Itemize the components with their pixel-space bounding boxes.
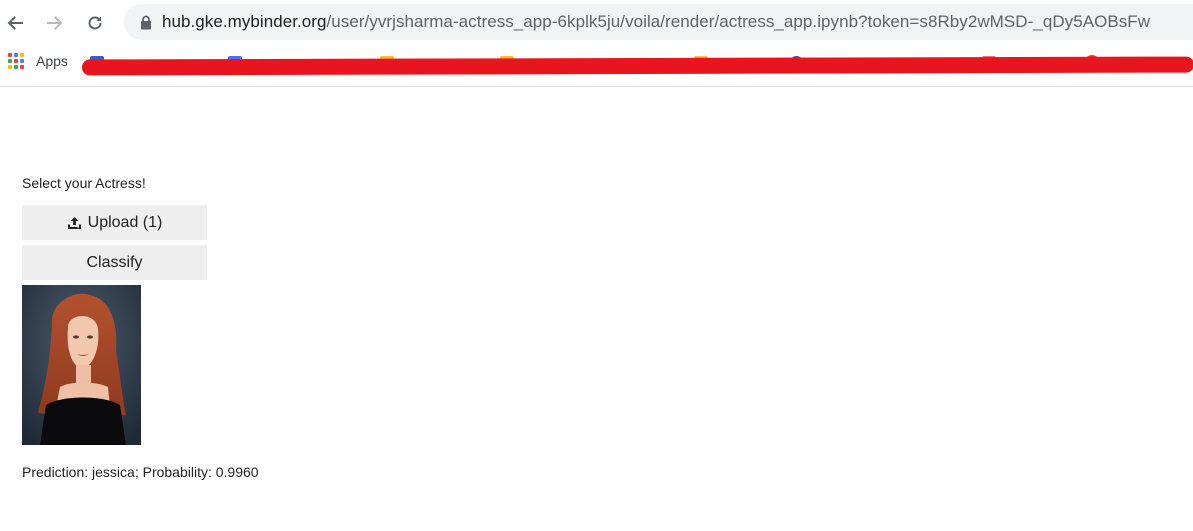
- forward-button[interactable]: [42, 10, 68, 36]
- url-host: hub.gke.mybinder.org: [162, 12, 327, 31]
- redaction-mark: [81, 56, 1193, 76]
- apps-grid-dot: [20, 59, 24, 63]
- select-prompt: Select your Actress!: [22, 175, 146, 191]
- classify-label: Classify: [86, 253, 143, 271]
- apps-grid-dot: [8, 53, 12, 57]
- apps-grid-icon: [8, 53, 24, 69]
- upload-button[interactable]: Upload (1): [22, 205, 207, 240]
- upload-icon: [67, 216, 82, 230]
- back-arrow-icon: [7, 16, 23, 30]
- apps-grid-dot: [8, 59, 12, 63]
- uploaded-actress-photo: [22, 285, 141, 445]
- prediction-output: Prediction: jessica; Probability: 0.9960: [22, 464, 259, 480]
- bookmarks-bar: Apps: [0, 48, 1193, 78]
- apps-grid-dot: [20, 65, 24, 69]
- back-button[interactable]: [2, 10, 28, 36]
- reload-icon: [88, 16, 102, 30]
- apps-grid-dot: [14, 59, 18, 63]
- forward-arrow-icon: [47, 16, 63, 30]
- browser-chrome: hub.gke.mybinder.org/user/yvrjsharma-act…: [0, 0, 1193, 87]
- classify-button[interactable]: Classify: [22, 245, 207, 280]
- apps-grid-dot: [14, 65, 18, 69]
- apps-shortcut[interactable]: Apps: [8, 53, 68, 69]
- apps-label: Apps: [36, 53, 68, 69]
- url-path: /user/yvrjsharma-actress_app-6kplk5ju/vo…: [326, 12, 1151, 31]
- address-bar[interactable]: hub.gke.mybinder.org/user/yvrjsharma-act…: [124, 4, 1193, 40]
- url-text: hub.gke.mybinder.org/user/yvrjsharma-act…: [162, 12, 1150, 32]
- apps-grid-dot: [8, 65, 12, 69]
- lock-icon: [139, 14, 153, 30]
- apps-grid-dot: [20, 53, 24, 57]
- upload-label: Upload (1): [87, 213, 163, 231]
- reload-button[interactable]: [82, 10, 108, 36]
- apps-grid-dot: [14, 53, 18, 57]
